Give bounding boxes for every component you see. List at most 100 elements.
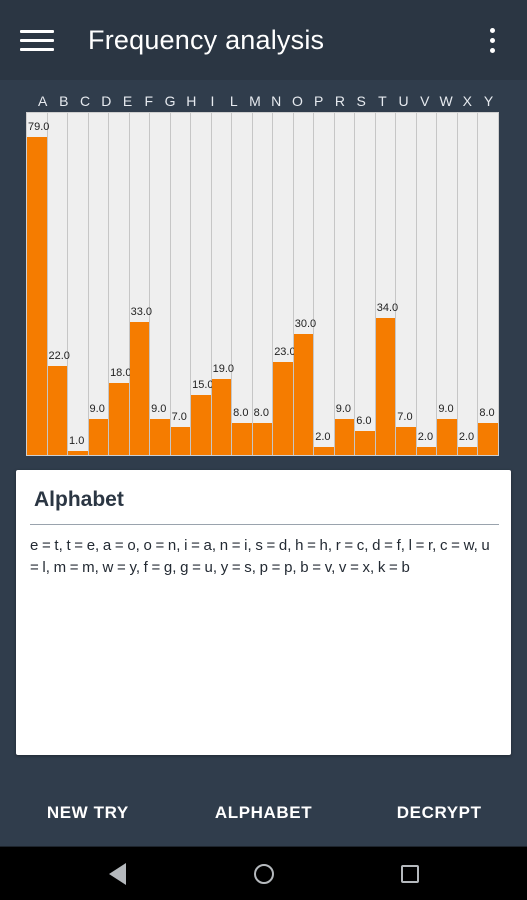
more-vert-icon[interactable]: [479, 23, 505, 57]
alphabet-mapping-text: e = t, t = e, a = o, o = n, i = a, n = i…: [30, 537, 490, 576]
alphabet-card[interactable]: Alphabet e = t, t = e, a = o, o = n, i =…: [16, 470, 511, 755]
decrypt-button[interactable]: DECRYPT: [351, 803, 527, 823]
chart-bar[interactable]: 7.0: [170, 411, 191, 455]
hamburger-line: [20, 29, 54, 33]
chart-column[interactable]: 79.0: [27, 113, 49, 455]
chart-column[interactable]: 7.0: [396, 113, 417, 455]
home-circle-icon[interactable]: [249, 859, 279, 889]
chart-label-u: U: [398, 93, 409, 109]
chart-label-g: G: [164, 93, 176, 109]
chart-column[interactable]: 2.0: [457, 113, 479, 455]
chart-bar[interactable]: 6.0: [355, 415, 375, 455]
chart-label-m: M: [249, 93, 261, 109]
chart-column[interactable]: 15.0: [191, 113, 214, 455]
chart-bar[interactable]: 9.0: [334, 403, 355, 455]
chart-column[interactable]: 1.0: [68, 113, 89, 455]
chart-bar[interactable]: 33.0: [129, 306, 152, 455]
chart-bar[interactable]: 7.0: [396, 411, 416, 455]
chart-column[interactable]: 18.0: [109, 113, 131, 455]
app-bar: Frequency analysis: [0, 0, 527, 80]
chart-bar[interactable]: 22.0: [47, 350, 70, 455]
chart-bar-value: 7.0: [171, 410, 187, 423]
chart-label-o: O: [291, 93, 303, 109]
chart-column[interactable]: 9.0: [150, 113, 171, 455]
chart-bar-value: 9.0: [438, 402, 454, 415]
chart-bar-value: 8.0: [233, 406, 249, 419]
chart-bar[interactable]: 1.0: [68, 435, 88, 455]
chart-bar-value: 19.0: [212, 362, 235, 375]
chart-label-r: R: [334, 93, 345, 109]
chart-column[interactable]: 23.0: [273, 113, 296, 455]
app-screen: Frequency analysis ABCDEFGHILMNOPRSTUVWX…: [0, 0, 527, 900]
chart-bar-value: 2.0: [315, 430, 331, 443]
chart-bar[interactable]: 34.0: [375, 302, 398, 455]
chart-column[interactable]: 33.0: [129, 113, 152, 455]
chart-bar[interactable]: 2.0: [416, 431, 437, 455]
chart-plot-area[interactable]: 79.0 22.0 1.0 9.0 18.0 33.0 9.0 7.0 15.0 19.0 8.0 8…: [26, 112, 499, 456]
chart-bar-value: 15.0: [192, 378, 214, 391]
hamburger-line: [20, 47, 54, 51]
chart-bar-value: 8.0: [253, 406, 269, 419]
chart-column[interactable]: 34.0: [375, 113, 398, 455]
chart-column[interactable]: 6.0: [355, 113, 376, 455]
chart-column[interactable]: 22.0: [47, 113, 70, 455]
frequency-chart: ABCDEFGHILMNOPRSTUVWXY 79.0 22.0 1.0 9.0 18.…: [0, 80, 527, 456]
chart-bar-value: 2.0: [458, 430, 475, 443]
chart-bar-value: 9.0: [151, 402, 167, 415]
chart-label-i: I: [210, 93, 215, 109]
new-try-button[interactable]: NEW TRY: [0, 803, 176, 823]
chart-bar-value: 33.0: [130, 306, 152, 319]
chart-bar[interactable]: 19.0: [211, 363, 234, 455]
chart-bar-value: 9.0: [335, 402, 352, 415]
chart-bar-value: 8.0: [479, 406, 495, 419]
chart-column[interactable]: 8.0: [252, 113, 274, 455]
chart-column[interactable]: 7.0: [170, 113, 192, 455]
chart-column[interactable]: 9.0: [88, 113, 110, 455]
chart-bar-value: 30.0: [294, 318, 317, 331]
chart-bar-value: 1.0: [69, 434, 85, 447]
chart-column[interactable]: 2.0: [416, 113, 438, 455]
chart-label-p: P: [313, 93, 324, 109]
hamburger-line: [20, 38, 54, 42]
chart-label-s: S: [356, 93, 366, 109]
chart-bar[interactable]: 9.0: [88, 403, 109, 455]
chart-label-t: T: [378, 93, 387, 109]
chart-column[interactable]: 2.0: [314, 113, 335, 455]
chart-bar[interactable]: 9.0: [150, 403, 170, 455]
chart-bar[interactable]: 15.0: [191, 379, 214, 455]
chart-bar[interactable]: 79.0: [27, 121, 49, 455]
chart-label-y: Y: [483, 93, 494, 109]
chart-bar[interactable]: 30.0: [293, 318, 316, 455]
chart-bar[interactable]: 8.0: [478, 407, 498, 455]
chart-bar[interactable]: 23.0: [273, 346, 296, 455]
chart-column[interactable]: 9.0: [334, 113, 356, 455]
chart-bar[interactable]: 2.0: [457, 431, 478, 455]
chart-column[interactable]: 9.0: [437, 113, 458, 455]
overflow-dot: [489, 27, 495, 33]
chart-column[interactable]: 19.0: [211, 113, 234, 455]
chart-bar-value: 2.0: [417, 430, 434, 443]
back-triangle-icon[interactable]: [103, 859, 133, 889]
alphabet-button[interactable]: ALPHABET: [176, 803, 352, 823]
hamburger-menu-icon[interactable]: [18, 21, 56, 59]
chart-column[interactable]: 30.0: [293, 113, 316, 455]
chart-label-v: V: [420, 93, 430, 109]
chart-label-e: E: [122, 93, 133, 109]
chart-bar[interactable]: 2.0: [314, 431, 334, 455]
chart-bar-value: 6.0: [356, 414, 372, 427]
chart-bar[interactable]: 8.0: [232, 407, 252, 455]
chart-label-w: W: [439, 93, 453, 109]
chart-bar-value: 23.0: [274, 346, 296, 359]
chart-label-b: B: [59, 93, 69, 109]
chart-bar[interactable]: 9.0: [437, 403, 457, 455]
chart-label-f: F: [144, 93, 154, 109]
recents-square-icon[interactable]: [395, 859, 425, 889]
chart-column[interactable]: 8.0: [232, 113, 253, 455]
chart-bar[interactable]: 18.0: [109, 367, 131, 455]
chart-label-h: H: [186, 93, 197, 109]
android-nav-bar: [0, 846, 527, 900]
chart-column[interactable]: 8.0: [478, 113, 498, 455]
chart-bar[interactable]: 8.0: [252, 407, 273, 455]
chart-bar-value: 22.0: [48, 350, 70, 363]
overflow-dot: [489, 47, 495, 53]
